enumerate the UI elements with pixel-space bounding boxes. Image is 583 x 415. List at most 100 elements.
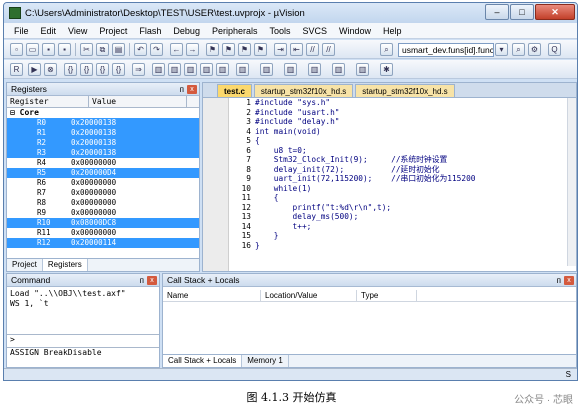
pin-icon[interactable]: ᴨ xyxy=(557,274,561,287)
unindent-icon[interactable]: ⇤ xyxy=(290,43,303,56)
menu-flash[interactable]: Flash xyxy=(133,26,167,36)
show-next-statement-icon[interactable]: ⇒ xyxy=(132,63,145,76)
menu-help[interactable]: Help xyxy=(377,26,408,36)
register-row[interactable]: R5 0x200000D4 xyxy=(7,168,199,178)
col-location[interactable]: Location/Value xyxy=(261,290,357,301)
register-row[interactable]: R3 0x20000138 xyxy=(7,148,199,158)
function-combo[interactable]: usmart_dev.funs[id].func xyxy=(398,43,494,57)
memory-window-icon[interactable]: ▥ xyxy=(260,63,273,76)
register-group-core[interactable]: ⊟ Core xyxy=(7,108,199,118)
clear-bookmarks-icon[interactable]: ⚑ xyxy=(254,43,267,56)
menu-window[interactable]: Window xyxy=(333,26,377,36)
menu-edit[interactable]: Edit xyxy=(35,26,63,36)
step-over-icon[interactable]: {} xyxy=(80,63,93,76)
combo-dropdown-icon[interactable]: ▾ xyxy=(495,43,508,56)
watch-window-icon[interactable]: ▥ xyxy=(236,63,249,76)
tab-call-stack[interactable]: Call Stack + Locals xyxy=(163,355,243,367)
col-register[interactable]: Register xyxy=(7,96,89,107)
panel-close-icon[interactable]: x xyxy=(147,276,157,285)
register-row[interactable]: R2 0x20000138 xyxy=(7,138,199,148)
code-line[interactable]: int main(void) xyxy=(255,127,566,137)
symbols-window-icon[interactable]: ▥ xyxy=(184,63,197,76)
call-stack-window-icon[interactable]: ▥ xyxy=(216,63,229,76)
step-into-icon[interactable]: {} xyxy=(64,63,77,76)
register-row[interactable]: R4 0x00000000 xyxy=(7,158,199,168)
tab-memory-1[interactable]: Memory 1 xyxy=(242,355,289,367)
col-name[interactable]: Name xyxy=(163,290,261,301)
tab-registers[interactable]: Registers xyxy=(42,259,88,271)
register-row[interactable]: R0 0x20000138 xyxy=(7,118,199,128)
save-all-icon[interactable]: ▪ xyxy=(58,43,71,56)
code-line[interactable]: uart_init(72,115200); //串口初始化为115200 xyxy=(255,174,566,184)
code-line[interactable]: Stm32_Clock_Init(9); //系统时钟设置 xyxy=(255,155,566,165)
code-line[interactable]: delay_init(72); //延时初始化 xyxy=(255,165,566,175)
tab-project[interactable]: Project xyxy=(7,259,43,271)
stop-icon[interactable]: ⊗ xyxy=(44,63,57,76)
menu-project[interactable]: Project xyxy=(93,26,133,36)
menu-file[interactable]: File xyxy=(8,26,35,36)
pin-icon[interactable]: ᴨ xyxy=(180,83,184,96)
serial-window-icon[interactable]: ▥ xyxy=(284,63,297,76)
code-line[interactable]: } xyxy=(255,231,566,241)
nav-forward-icon[interactable]: → xyxy=(186,43,199,56)
register-row[interactable]: R1 0x20000138 xyxy=(7,128,199,138)
panel-close-icon[interactable]: x xyxy=(564,276,574,285)
prev-bookmark-icon[interactable]: ⚑ xyxy=(222,43,235,56)
open-folder-icon[interactable]: ▭ xyxy=(26,43,39,56)
register-row[interactable]: R6 0x00000000 xyxy=(7,178,199,188)
paste-icon[interactable]: ▤ xyxy=(112,43,125,56)
code-line[interactable]: #include "sys.h" xyxy=(255,98,566,108)
indent-icon[interactable]: ⇥ xyxy=(274,43,287,56)
code-line[interactable]: #include "usart.h" xyxy=(255,108,566,118)
copy-icon[interactable]: ⧉ xyxy=(96,43,109,56)
cut-icon[interactable]: ✂ xyxy=(80,43,93,56)
find-in-files-icon[interactable]: ⌕ xyxy=(380,43,393,56)
find-icon[interactable]: ⌕ xyxy=(512,43,525,56)
register-row[interactable]: R10 0x08000DC8 xyxy=(7,218,199,228)
tab-startup-s-2[interactable]: startup_stm32f10x_hd.s xyxy=(355,84,455,97)
breakpoint-gutter[interactable] xyxy=(203,98,229,271)
col-value[interactable]: Value xyxy=(89,96,187,107)
code-line[interactable]: delay_ms(500); xyxy=(255,212,566,222)
panel-close-icon[interactable]: x xyxy=(187,85,197,94)
minimize-button[interactable]: – xyxy=(485,4,509,20)
nav-back-icon[interactable]: ← xyxy=(170,43,183,56)
code-line[interactable]: } xyxy=(255,241,566,251)
command-input[interactable]: > xyxy=(7,334,159,346)
register-row[interactable]: R8 0x00000000 xyxy=(7,198,199,208)
tab-test-c[interactable]: test.c xyxy=(217,84,252,97)
col-type[interactable]: Type xyxy=(357,290,417,301)
code-line[interactable]: { xyxy=(255,193,566,203)
uncomment-icon[interactable]: // xyxy=(322,43,335,56)
undo-icon[interactable]: ↶ xyxy=(134,43,147,56)
code-line[interactable]: printf("t:%d\r\n",t); xyxy=(255,203,566,213)
analysis-window-icon[interactable]: ▥ xyxy=(308,63,321,76)
code-line[interactable]: { xyxy=(255,136,566,146)
comment-icon[interactable]: // xyxy=(306,43,319,56)
toolbox-icon[interactable]: ✱ xyxy=(380,63,393,76)
command-window-icon[interactable]: ▥ xyxy=(152,63,165,76)
step-out-icon[interactable]: {} xyxy=(96,63,109,76)
run-icon[interactable]: ▶ xyxy=(28,63,41,76)
register-row[interactable]: R7 0x00000000 xyxy=(7,188,199,198)
redo-icon[interactable]: ↷ xyxy=(150,43,163,56)
maximize-button[interactable]: □ xyxy=(510,4,534,20)
save-icon[interactable]: ▪ xyxy=(42,43,55,56)
trace-window-icon[interactable]: ▥ xyxy=(332,63,345,76)
menu-view[interactable]: View xyxy=(62,26,93,36)
register-row[interactable]: R12 0x20000114 xyxy=(7,238,199,248)
close-button[interactable]: ✕ xyxy=(535,4,575,20)
system-viewer-icon[interactable]: ▥ xyxy=(356,63,369,76)
code-line[interactable]: #include "delay.h" xyxy=(255,117,566,127)
menu-tools[interactable]: Tools xyxy=(263,26,296,36)
code-line[interactable]: t++; xyxy=(255,222,566,232)
register-row[interactable]: R9 0x00000000 xyxy=(7,208,199,218)
new-file-icon[interactable]: ▫ xyxy=(10,43,23,56)
next-bookmark-icon[interactable]: ⚑ xyxy=(238,43,251,56)
debug-session-icon[interactable]: Q xyxy=(548,43,561,56)
code-line[interactable]: u8 t=0; xyxy=(255,146,566,156)
editor-scrollbar[interactable] xyxy=(567,98,576,266)
code-line[interactable]: while(1) xyxy=(255,184,566,194)
run-to-cursor-icon[interactable]: {} xyxy=(112,63,125,76)
disassembly-window-icon[interactable]: ▥ xyxy=(168,63,181,76)
